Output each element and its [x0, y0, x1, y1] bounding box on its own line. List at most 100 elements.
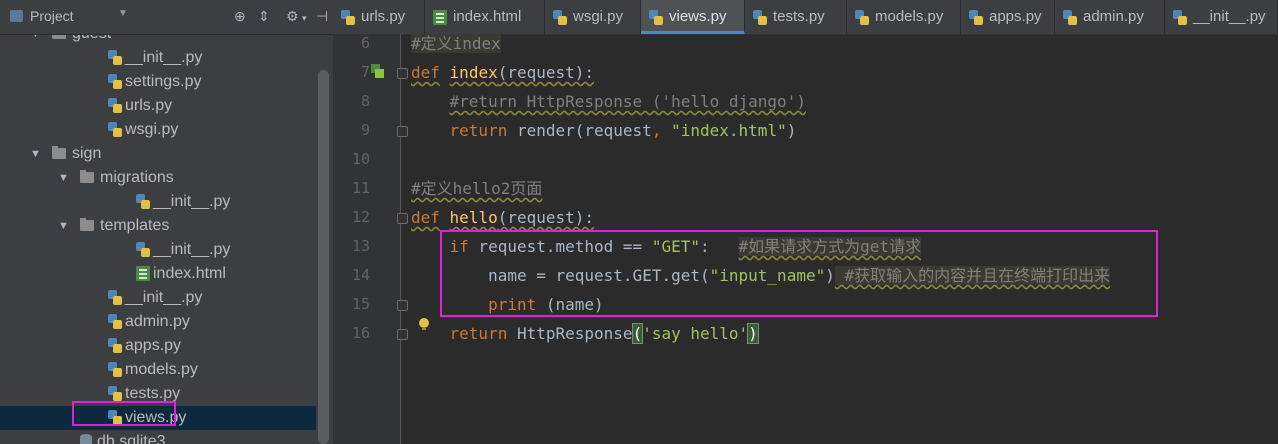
- line-number: 15: [351, 295, 370, 313]
- line-number: 8: [360, 92, 370, 110]
- views-highlight-box: [72, 401, 176, 426]
- hide-panel-icon[interactable]: ⊣: [316, 8, 328, 25]
- project-panel: ▼guest__init__.pysettings.pyurls.pywsgi.…: [0, 0, 333, 444]
- python-file-icon: [108, 122, 122, 137]
- gear-icon[interactable]: ⚙: [286, 8, 299, 25]
- fold-marker-icon[interactable]: [397, 300, 408, 311]
- line-number: 13: [351, 237, 370, 255]
- python-file-icon: [1063, 10, 1077, 25]
- code-line-8[interactable]: #return HttpResponse ('hello django'): [411, 87, 806, 116]
- python-file-icon: [969, 10, 983, 25]
- python-file-icon: [136, 194, 150, 209]
- python-file-icon: [108, 98, 122, 113]
- editor-tab-label: wsgi.py: [573, 8, 624, 25]
- code-line-7[interactable]: def index(request):: [411, 58, 594, 87]
- fold-marker-icon[interactable]: [397, 329, 408, 340]
- tree-item[interactable]: admin.py: [0, 310, 333, 334]
- tree-item-label: db.sqlite3: [97, 433, 166, 444]
- tree-item[interactable]: __init__.py: [0, 46, 333, 70]
- code-line-12[interactable]: def hello(request):: [411, 203, 594, 232]
- fold-marker-icon[interactable]: [397, 126, 408, 137]
- tree-item-label: sign: [72, 145, 102, 162]
- editor-tab[interactable]: views.py: [641, 0, 745, 34]
- code-line-16[interactable]: return HttpResponse('say hello'): [411, 319, 759, 348]
- code-line-9[interactable]: return render(request, "index.html"): [411, 116, 797, 145]
- tree-item[interactable]: ▼ templates: [0, 214, 333, 238]
- expand-arrow-icon[interactable]: ▼: [58, 214, 69, 238]
- python-file-icon: [108, 50, 122, 65]
- project-header: Project ▼ ⊕ ⇕ ⚙ ▾ ⊣: [0, 0, 333, 35]
- editor-tab[interactable]: admin.py: [1055, 0, 1165, 34]
- gear-dropdown-icon[interactable]: ▾: [302, 13, 307, 24]
- tree-item-label: __init__.py: [125, 289, 203, 306]
- tree-item[interactable]: urls.py: [0, 94, 333, 118]
- editor-tab-label: __init__.py: [1193, 8, 1266, 25]
- tree-item-label: wsgi.py: [125, 121, 179, 138]
- python-file-icon: [855, 10, 869, 25]
- editor-tab[interactable]: models.py: [847, 0, 961, 34]
- line-number: 12: [351, 208, 370, 226]
- python-file-icon: [108, 362, 122, 377]
- line-number: 14: [351, 266, 370, 284]
- expand-arrow-icon[interactable]: ▼: [30, 142, 41, 166]
- python-file-icon: [136, 242, 150, 257]
- editor-tab[interactable]: tests.py: [745, 0, 847, 34]
- tree-item-label: templates: [100, 217, 170, 234]
- project-icon: [10, 10, 23, 22]
- python-file-icon: [649, 10, 663, 25]
- fold-marker-icon[interactable]: [397, 68, 408, 79]
- code-highlight-box: [440, 230, 1158, 317]
- python-file-icon: [108, 290, 122, 305]
- editor: urls.py index.html wsgi.py views.py tests.py…: [333, 0, 1278, 444]
- fold-marker-icon[interactable]: [397, 213, 408, 224]
- tree-item[interactable]: __init__.py: [0, 190, 333, 214]
- expand-arrow-icon[interactable]: ▼: [58, 166, 69, 190]
- tree-item[interactable]: db.sqlite3: [0, 430, 333, 444]
- tree-item-label: index.html: [153, 265, 226, 282]
- tree-item-label: __init__.py: [153, 193, 231, 210]
- line-number: 9: [360, 121, 370, 139]
- target-icon[interactable]: ⊕: [234, 8, 246, 25]
- editor-tab-label: apps.py: [989, 8, 1042, 25]
- python-file-icon: [1173, 10, 1187, 25]
- tree-item[interactable]: models.py: [0, 358, 333, 382]
- python-file-icon: [553, 10, 567, 25]
- tree-item-label: __init__.py: [153, 241, 231, 258]
- editor-tab[interactable]: wsgi.py: [545, 0, 641, 34]
- code-line-11[interactable]: #定义hello2页面: [411, 174, 542, 203]
- tree-item[interactable]: __init__.py: [0, 286, 333, 310]
- editor-tab-label: models.py: [875, 8, 944, 25]
- line-number: 7: [360, 63, 370, 81]
- tree-item[interactable]: ▼ migrations: [0, 166, 333, 190]
- line-number: 11: [351, 179, 370, 197]
- collapse-icon[interactable]: ⇕: [258, 8, 270, 25]
- tree-item-label: settings.py: [125, 73, 202, 90]
- editor-tab[interactable]: apps.py: [961, 0, 1055, 34]
- tree-item[interactable]: settings.py: [0, 70, 333, 94]
- run-marker-icon[interactable]: [371, 64, 384, 78]
- tree-item[interactable]: wsgi.py: [0, 118, 333, 142]
- python-file-icon: [108, 338, 122, 353]
- html-file-icon: [433, 10, 447, 25]
- project-title[interactable]: Project: [30, 8, 74, 24]
- project-scrollbar[interactable]: [318, 70, 329, 444]
- editor-tab[interactable]: __init__.py: [1165, 0, 1278, 34]
- folder-icon: [52, 146, 66, 159]
- tree-item[interactable]: ▼ sign: [0, 142, 333, 166]
- editor-tab-label: views.py: [669, 8, 727, 25]
- html-file-icon: [136, 266, 150, 281]
- python-file-icon: [753, 10, 767, 25]
- tree-item-label: migrations: [100, 169, 174, 186]
- tree-item[interactable]: index.html: [0, 262, 333, 286]
- tree-item-label: admin.py: [125, 313, 190, 330]
- line-number: 6: [360, 34, 370, 52]
- chevron-down-icon[interactable]: ▼: [118, 8, 128, 19]
- database-file-icon: [80, 434, 92, 444]
- python-file-icon: [108, 74, 122, 89]
- tree-item-label: models.py: [125, 361, 198, 378]
- folder-icon: [80, 218, 94, 231]
- python-file-icon: [108, 314, 122, 329]
- tree-item[interactable]: apps.py: [0, 334, 333, 358]
- tree-item[interactable]: __init__.py: [0, 238, 333, 262]
- code-line-6[interactable]: #定义index: [411, 29, 501, 58]
